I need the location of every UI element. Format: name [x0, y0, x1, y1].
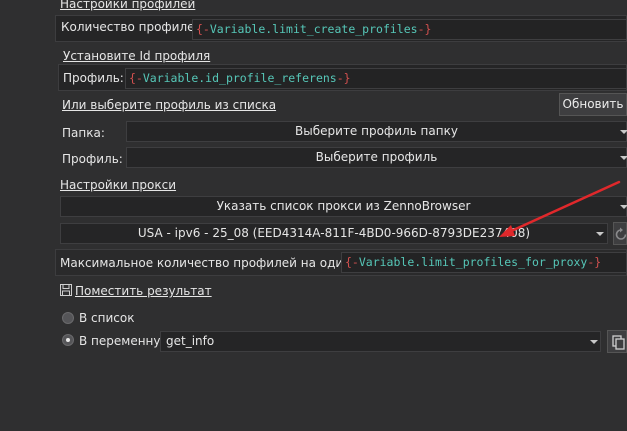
annotation-arrow-icon [499, 180, 621, 237]
